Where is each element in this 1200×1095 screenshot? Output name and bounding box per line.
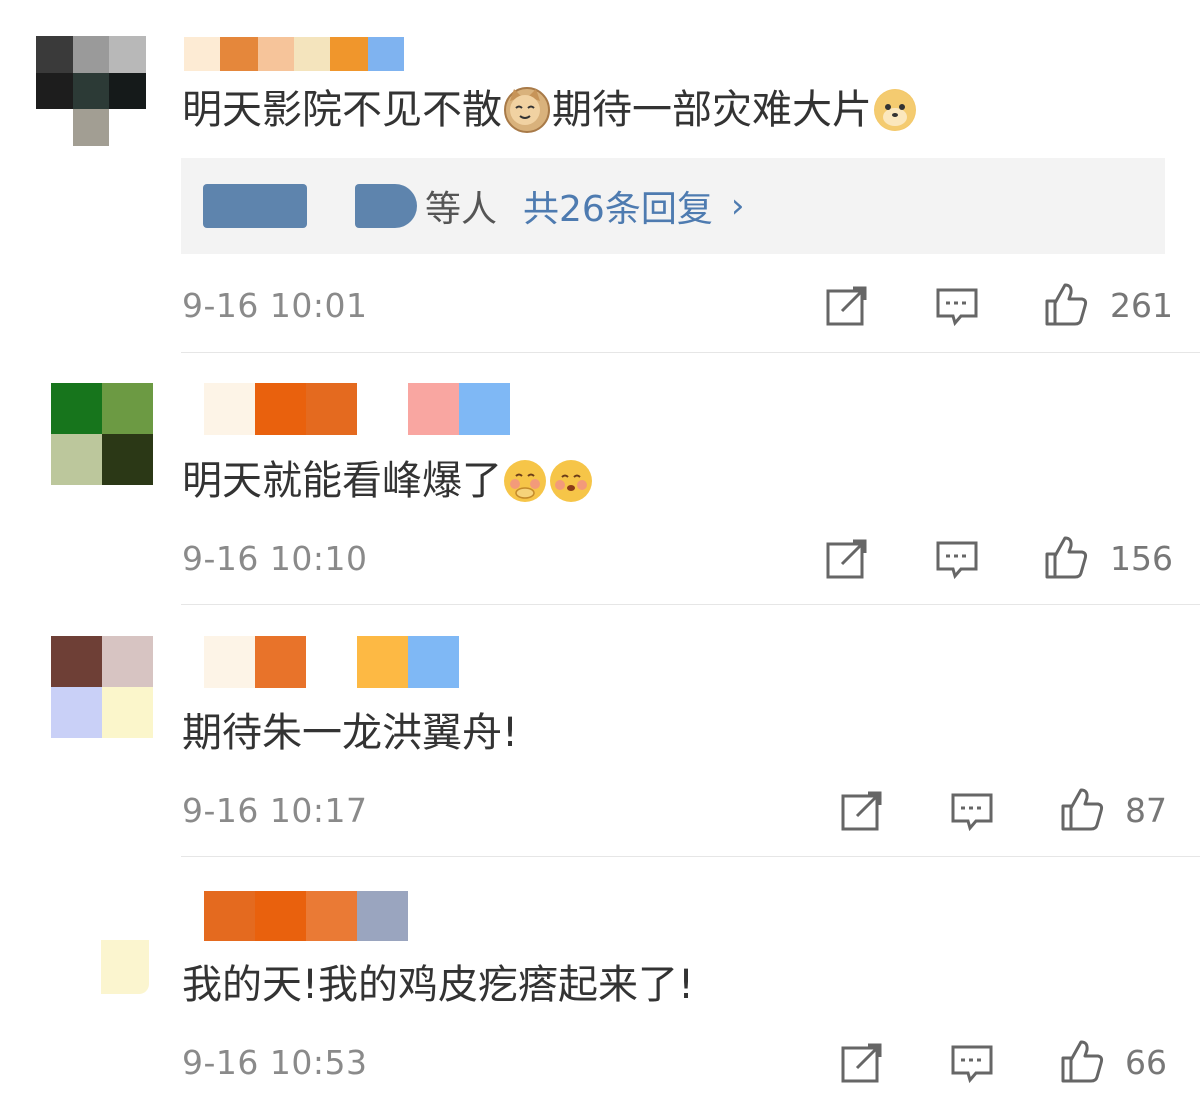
comment-time: 9-16 10:17 [182, 791, 368, 830]
comment-time: 9-16 10:10 [182, 539, 368, 578]
avatar[interactable] [51, 636, 153, 738]
comment-text: 明天就能看峰爆了 [182, 457, 594, 505]
like-button[interactable] [1044, 282, 1088, 326]
comment-icon [936, 541, 978, 580]
reply-summary[interactable]: 等人 共26条回复 › [181, 158, 1165, 254]
comment-icon [951, 793, 993, 832]
like-button[interactable] [1060, 787, 1104, 831]
comment-time: 9-16 10:53 [182, 1043, 368, 1082]
share-button[interactable] [840, 1041, 884, 1085]
like-button[interactable] [1044, 535, 1088, 579]
comment-text-part-1: 明天就能看峰爆了 [182, 458, 502, 504]
share-icon [841, 791, 882, 831]
comment-2: 明天就能看峰爆了 9-16 10:10 156 [0, 353, 1200, 604]
comment-text-part-1: 我的天!我的鸡皮疙瘩起来了! [182, 962, 695, 1008]
thumbs-up-icon [1061, 1040, 1104, 1083]
comment-time: 9-16 10:01 [182, 286, 368, 325]
reply-user-1[interactable] [203, 184, 307, 228]
like-count: 156 [1110, 539, 1173, 578]
avatar[interactable] [51, 383, 153, 485]
blush-emoji-icon [550, 460, 592, 502]
avatar[interactable] [101, 940, 149, 994]
chevron-right-icon[interactable]: › [731, 186, 745, 226]
username[interactable] [184, 37, 404, 71]
comment-text: 我的天!我的鸡皮疙瘩起来了! [182, 961, 694, 1009]
comment-icon [936, 288, 978, 327]
share-button[interactable] [825, 284, 869, 328]
share-icon [841, 1043, 882, 1083]
comment-text-part-2: 期待一部灾难大片 [552, 87, 872, 133]
username[interactable] [204, 383, 510, 435]
comment-text-part-1: 期待朱一龙洪翼舟! [182, 710, 519, 756]
comment-button[interactable] [935, 537, 979, 581]
avatar[interactable] [36, 36, 146, 146]
thumbs-up-icon [1061, 788, 1104, 831]
view-replies-link[interactable]: 共26条回复 [523, 180, 713, 232]
comment-button[interactable] [950, 1041, 994, 1085]
cat-emoji-icon [504, 87, 550, 133]
like-count: 261 [1110, 286, 1173, 325]
like-count: 87 [1125, 791, 1167, 830]
like-button[interactable] [1060, 1039, 1104, 1083]
thumbs-up-icon [1045, 536, 1088, 579]
comment-3: 期待朱一龙洪翼舟! 9-16 10:17 87 [0, 605, 1200, 856]
doge-emoji-icon [874, 89, 916, 131]
share-button[interactable] [825, 537, 869, 581]
username[interactable] [204, 891, 408, 941]
share-icon [826, 286, 867, 326]
shy-emoji-icon [504, 460, 546, 502]
comment-text: 明天影院不见不散 期待一部灾难大片 [182, 86, 918, 134]
comment-4: 我的天!我的鸡皮疙瘩起来了! 9-16 10:53 66 [0, 857, 1200, 1095]
comment-text-part-1: 明天影院不见不散 [182, 87, 502, 133]
comment-1: 明天影院不见不散 期待一部灾难大片 等人 共26条回复 › 9-16 10:01… [0, 0, 1200, 352]
share-icon [826, 539, 867, 579]
username[interactable] [204, 636, 459, 688]
comment-icon [951, 1045, 993, 1084]
comment-text: 期待朱一龙洪翼舟! [182, 709, 518, 757]
comment-button[interactable] [950, 789, 994, 833]
comment-button[interactable] [935, 284, 979, 328]
share-button[interactable] [840, 789, 884, 833]
like-count: 66 [1125, 1043, 1167, 1082]
reply-user-2[interactable] [355, 184, 417, 228]
reply-suffix: 等人 [425, 189, 498, 230]
thumbs-up-icon [1045, 283, 1088, 326]
